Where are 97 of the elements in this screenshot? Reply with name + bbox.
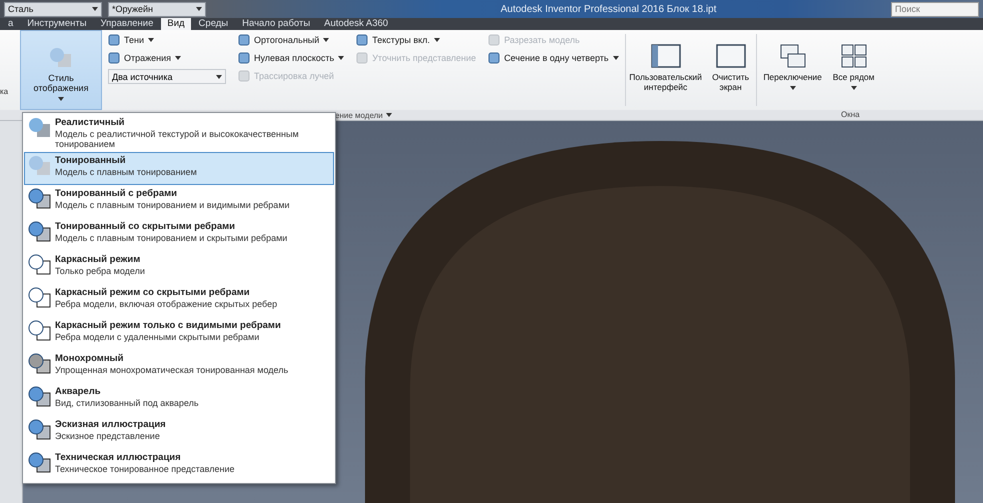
menu-item[interactable]: Акварель Вид, стилизованный под акварель xyxy=(24,383,334,416)
ribbon-tab[interactable]: Autodesk A360 xyxy=(318,18,394,30)
sphere-cube-icon xyxy=(28,287,52,309)
item-title: Каркасный режим xyxy=(55,254,142,265)
ribbon-tool[interactable]: Ортогональный xyxy=(238,33,344,47)
ribbon-tab[interactable]: Вид xyxy=(161,18,191,30)
ribbon-button[interactable]: Все рядом xyxy=(828,30,879,110)
search-field[interactable]: Поиск xyxy=(891,2,979,16)
ribbon-tool[interactable]: Тени xyxy=(108,33,226,47)
item-title: Тонированный со скрытыми ребрами xyxy=(55,221,236,232)
item-description: Эскизное представление xyxy=(55,431,161,441)
sphere-cube-icon xyxy=(28,188,52,210)
sphere-cube-icon xyxy=(28,254,52,276)
sphere-cube-icon xyxy=(28,386,52,408)
menu-item[interactable]: Тонированный со скрытыми ребрами Модель с плавным тонированием и скрытыми ребрами xyxy=(24,218,334,251)
ribbon-label: ка xyxy=(0,86,10,98)
menu-item[interactable]: Каркасный режим Только ребра модели xyxy=(24,251,334,284)
caret-icon xyxy=(323,38,330,42)
item-description: Только ребра модели xyxy=(55,266,145,276)
item-description: Модель с плавным тонированием и скрытыми ребрами xyxy=(55,233,288,243)
item-description: Ребра модели, включая отображение скрытых ребер xyxy=(55,299,278,309)
item-description: Модель с плавным тонированием xyxy=(55,167,197,177)
item-title: Монохромный xyxy=(55,353,125,364)
caret-icon xyxy=(58,97,64,101)
item-description: Модель с плавным тонированием и видимыми ребрами xyxy=(55,200,290,210)
ribbon-tool[interactable]: Сечение в одну четверть xyxy=(488,51,619,65)
menu-item[interactable]: Техническая иллюстрация Техническое тонированное представление xyxy=(24,449,334,482)
sphere-cube-icon xyxy=(28,353,52,375)
sphere-cube-icon xyxy=(28,452,52,474)
sphere-cube-icon xyxy=(28,320,52,342)
ribbon-tool[interactable]: Отражения xyxy=(108,51,226,65)
item-title: Реалистичный xyxy=(55,117,126,128)
tool-icon xyxy=(238,52,250,64)
menu-item[interactable]: Каркасный режим только с видимыми ребрами Ребра модели с удаленными скрытыми ребрами xyxy=(24,317,334,350)
panel-label[interactable]: ение модели xyxy=(335,110,621,120)
caret-icon xyxy=(338,56,344,60)
tool-icon xyxy=(356,52,368,64)
item-description: Техническое тонированное представление xyxy=(55,464,235,474)
tool-icon xyxy=(108,34,120,46)
caret-icon xyxy=(175,56,182,60)
caret-icon xyxy=(790,86,796,90)
menu-item[interactable]: Эскизная иллюстрация Эскизное представление xyxy=(24,416,334,449)
appearance-dropdown[interactable]: *Оружейн xyxy=(108,2,206,16)
item-description: Модель с реалистичной текстурой и высококачественным тонированием xyxy=(55,129,300,149)
menu-item[interactable]: Тонированный Модель с плавным тонированием xyxy=(24,152,334,185)
tool-icon xyxy=(238,34,250,46)
window-icon xyxy=(716,44,746,68)
window-title: Autodesk Inventor Professional 2016 Блок 18.ipt xyxy=(500,4,718,14)
material-dropdown[interactable]: Сталь xyxy=(4,2,102,16)
tool-icon xyxy=(238,70,250,82)
switch-windows-icon xyxy=(780,44,806,68)
item-description: Вид, стилизованный под акварель xyxy=(55,398,199,408)
sphere-cube-icon xyxy=(28,419,52,441)
ribbon-tool[interactable]: Текстуры вкл. xyxy=(356,33,476,47)
item-description: Ребра модели с удаленными скрытыми ребрами xyxy=(55,332,260,342)
visual-style-button[interactable]: Стиль отображения xyxy=(20,30,102,110)
tool-icon xyxy=(488,34,500,46)
ribbon-tab[interactable]: Управление xyxy=(94,18,160,30)
panel-label: Окна xyxy=(841,110,860,120)
tool-icon xyxy=(108,52,120,64)
caret-icon xyxy=(92,7,98,11)
caret-icon xyxy=(850,86,857,90)
sphere-cube-icon xyxy=(28,221,52,243)
caret-icon xyxy=(434,38,440,42)
item-title: Техническая иллюстрация xyxy=(55,452,182,463)
ribbon-button[interactable]: Переключение xyxy=(756,30,829,110)
ribbon-button[interactable]: Пользовательский интерфейс xyxy=(626,30,706,110)
menu-item[interactable]: Каркасный режим со скрытыми ребрами Ребра модели, включая отображение скрытых ребер xyxy=(24,284,334,317)
item-title: Эскизная иллюстрация xyxy=(55,419,166,430)
caret-icon xyxy=(216,74,222,78)
ribbon-tab[interactable]: Инструменты xyxy=(21,18,93,30)
menu-item[interactable]: Монохромный Упрощенная монохроматическая тонированная модель xyxy=(24,350,334,383)
item-title: Тонированный с ребрами xyxy=(55,188,178,199)
caret-icon xyxy=(196,7,202,11)
tool-icon xyxy=(488,52,500,64)
menu-item[interactable]: Тонированный с ребрами Модель с плавным тонированием и видимыми ребрами xyxy=(24,185,334,218)
item-title: Акварель xyxy=(55,386,102,397)
ribbon-tab[interactable]: Среды xyxy=(192,18,234,30)
ribbon-button[interactable]: Очистить экран xyxy=(706,30,756,110)
window-icon xyxy=(650,44,681,68)
sphere-cube-icon xyxy=(28,117,52,139)
light-dropdown[interactable]: Два источника xyxy=(108,69,226,84)
item-title: Каркасный режим только с видимыми ребрами xyxy=(55,320,281,331)
ribbon-tool[interactable]: Нулевая плоскость xyxy=(238,51,344,65)
tile-windows-icon xyxy=(840,44,867,68)
caret-icon xyxy=(386,113,392,117)
ribbon-tab[interactable]: а xyxy=(2,18,20,30)
item-description: Упрощенная монохроматическая тонированная модель xyxy=(55,365,288,375)
item-title: Каркасный режим со скрытыми ребрами xyxy=(55,287,251,298)
item-title: Тонированный xyxy=(55,155,127,166)
tool-icon xyxy=(356,34,368,46)
caret-icon xyxy=(612,56,619,60)
sphere-cube-icon xyxy=(49,47,73,69)
ribbon-tab[interactable]: Начало работы xyxy=(236,18,316,30)
caret-icon xyxy=(148,38,154,42)
menu-item[interactable]: Реалистичный Модель с реалистичной текстурой и высококачественным тонированием xyxy=(24,114,334,152)
sphere-cube-icon xyxy=(28,155,52,177)
